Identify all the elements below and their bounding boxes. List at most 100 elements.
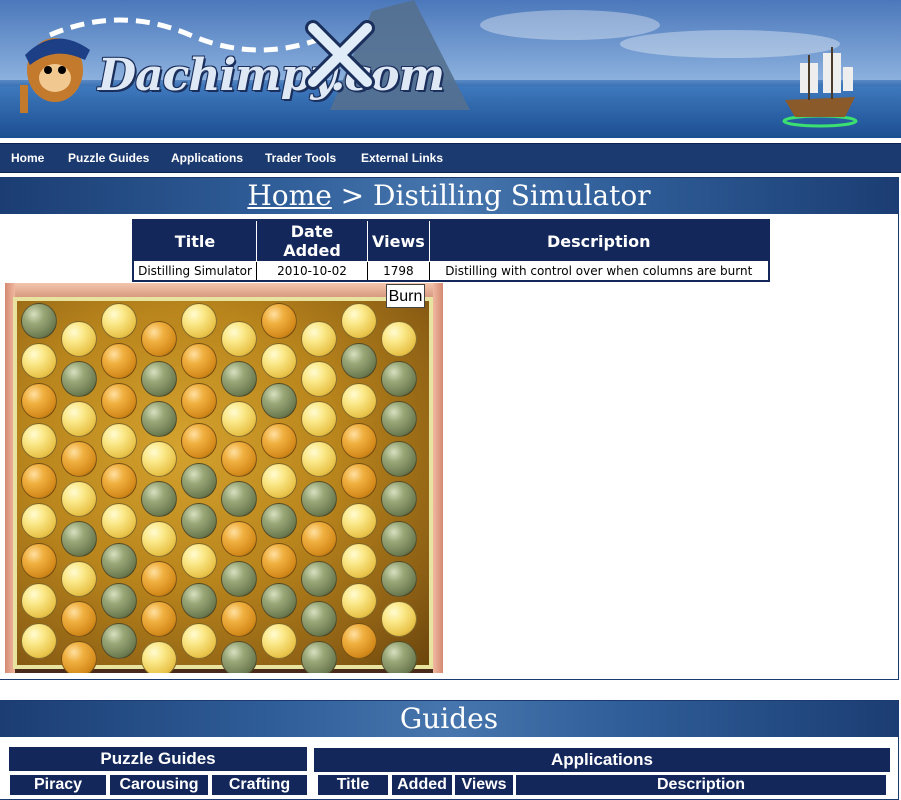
distill-ball[interactable]: [381, 561, 417, 597]
distill-ball[interactable]: [341, 463, 377, 499]
distill-ball[interactable]: [221, 481, 257, 517]
site-logo[interactable]: Dachimpy.com: [98, 50, 445, 101]
breadcrumb-home-link[interactable]: Home: [247, 179, 331, 212]
distill-ball[interactable]: [221, 401, 257, 437]
distill-ball[interactable]: [341, 623, 377, 659]
distill-ball[interactable]: [221, 641, 257, 673]
distill-ball[interactable]: [341, 583, 377, 619]
distill-ball[interactable]: [261, 343, 297, 379]
distill-ball[interactable]: [221, 521, 257, 557]
distill-ball[interactable]: [21, 543, 57, 579]
distill-ball[interactable]: [301, 601, 337, 637]
distill-ball[interactable]: [141, 641, 177, 673]
distill-ball[interactable]: [21, 383, 57, 419]
distill-ball[interactable]: [181, 463, 217, 499]
distill-ball[interactable]: [181, 503, 217, 539]
nav-puzzle-guides[interactable]: Puzzle Guides: [68, 151, 149, 165]
distill-ball[interactable]: [101, 623, 137, 659]
distill-ball[interactable]: [261, 303, 297, 339]
distill-ball[interactable]: [341, 383, 377, 419]
distill-ball[interactable]: [61, 641, 97, 673]
distill-ball[interactable]: [101, 543, 137, 579]
distill-ball[interactable]: [381, 321, 417, 357]
distill-ball[interactable]: [261, 423, 297, 459]
distill-ball[interactable]: [301, 361, 337, 397]
distilling-game[interactable]: Burn: [5, 283, 443, 673]
distill-ball[interactable]: [61, 401, 97, 437]
distill-ball[interactable]: [381, 441, 417, 477]
tab-crafting[interactable]: Crafting: [212, 775, 307, 795]
distill-ball[interactable]: [301, 521, 337, 557]
distill-ball[interactable]: [381, 641, 417, 673]
distill-ball[interactable]: [141, 521, 177, 557]
distill-ball[interactable]: [341, 543, 377, 579]
distill-ball[interactable]: [101, 463, 137, 499]
nav-external-links[interactable]: External Links: [361, 151, 443, 165]
distill-ball[interactable]: [341, 303, 377, 339]
distill-ball[interactable]: [341, 423, 377, 459]
distill-ball[interactable]: [261, 463, 297, 499]
distill-ball[interactable]: [21, 583, 57, 619]
nav-applications[interactable]: Applications: [171, 151, 243, 165]
distill-ball[interactable]: [101, 583, 137, 619]
distill-ball[interactable]: [101, 423, 137, 459]
tab-piracy[interactable]: Piracy: [10, 775, 106, 795]
distill-ball[interactable]: [21, 423, 57, 459]
distill-ball[interactable]: [181, 303, 217, 339]
distill-ball[interactable]: [301, 441, 337, 477]
distill-ball[interactable]: [141, 481, 177, 517]
distill-ball[interactable]: [181, 583, 217, 619]
distill-ball[interactable]: [221, 601, 257, 637]
distill-ball[interactable]: [341, 503, 377, 539]
distill-ball[interactable]: [101, 383, 137, 419]
distill-ball[interactable]: [181, 423, 217, 459]
distill-ball[interactable]: [301, 561, 337, 597]
distill-ball[interactable]: [381, 521, 417, 557]
distill-ball[interactable]: [61, 321, 97, 357]
distill-ball[interactable]: [221, 441, 257, 477]
distill-ball[interactable]: [181, 383, 217, 419]
distill-ball[interactable]: [381, 361, 417, 397]
distill-ball[interactable]: [61, 441, 97, 477]
distill-ball[interactable]: [141, 601, 177, 637]
distill-ball[interactable]: [301, 321, 337, 357]
distill-ball[interactable]: [61, 361, 97, 397]
game-board[interactable]: [13, 297, 433, 673]
distill-ball[interactable]: [261, 383, 297, 419]
tab-carousing[interactable]: Carousing: [110, 775, 208, 795]
distill-ball[interactable]: [261, 583, 297, 619]
distill-ball[interactable]: [21, 463, 57, 499]
distill-ball[interactable]: [301, 481, 337, 517]
distill-ball[interactable]: [301, 401, 337, 437]
distill-ball[interactable]: [381, 401, 417, 437]
distill-ball[interactable]: [261, 543, 297, 579]
distill-ball[interactable]: [141, 561, 177, 597]
distill-ball[interactable]: [221, 361, 257, 397]
distill-ball[interactable]: [221, 321, 257, 357]
distill-ball[interactable]: [141, 361, 177, 397]
distill-ball[interactable]: [261, 503, 297, 539]
distill-ball[interactable]: [141, 441, 177, 477]
distill-ball[interactable]: [21, 303, 57, 339]
distill-ball[interactable]: [61, 561, 97, 597]
nav-home[interactable]: Home: [11, 151, 44, 165]
distill-ball[interactable]: [141, 401, 177, 437]
distill-ball[interactable]: [221, 561, 257, 597]
distill-ball[interactable]: [301, 641, 337, 673]
distill-ball[interactable]: [341, 343, 377, 379]
distill-ball[interactable]: [261, 623, 297, 659]
nav-trader-tools[interactable]: Trader Tools: [265, 151, 336, 165]
distill-ball[interactable]: [101, 303, 137, 339]
distill-ball[interactable]: [21, 343, 57, 379]
distill-ball[interactable]: [381, 601, 417, 637]
distill-ball[interactable]: [381, 481, 417, 517]
distill-ball[interactable]: [61, 521, 97, 557]
distill-ball[interactable]: [141, 321, 177, 357]
distill-ball[interactable]: [21, 503, 57, 539]
burn-button[interactable]: Burn: [386, 284, 425, 308]
distill-ball[interactable]: [61, 601, 97, 637]
distill-ball[interactable]: [101, 343, 137, 379]
distill-ball[interactable]: [181, 543, 217, 579]
distill-ball[interactable]: [181, 343, 217, 379]
distill-ball[interactable]: [21, 623, 57, 659]
